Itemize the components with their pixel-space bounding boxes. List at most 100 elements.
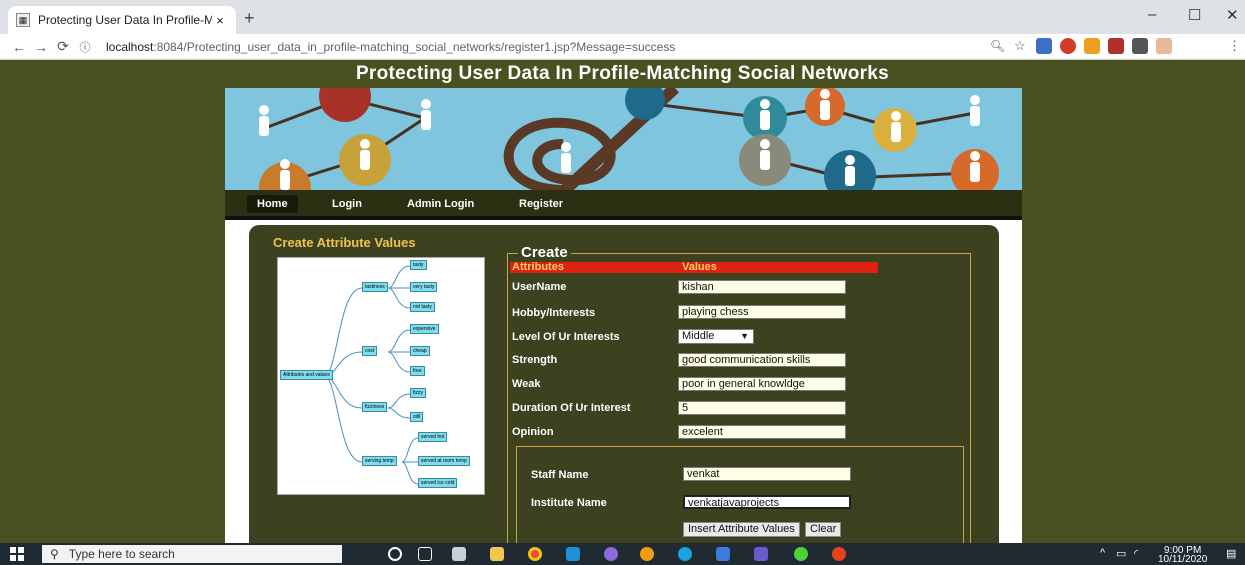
tab-title: Protecting User Data In Profile-M [38,13,212,27]
browser-tab[interactable]: ▦ Protecting User Data In Profile-M × [8,6,236,34]
info-icon[interactable]: ⓘ [74,39,96,55]
diagram-node: served at room temp [418,456,470,466]
reload-icon[interactable]: ⟳ [52,38,74,55]
banner-image [225,88,1022,190]
file-explorer-icon[interactable] [490,547,504,561]
tray-chevron-icon[interactable]: ^ [1100,547,1105,559]
staff-name-field[interactable]: venkat [683,467,851,481]
values-col-header: Values [682,261,717,273]
extension-icon[interactable] [1036,38,1052,54]
app-icon[interactable] [716,547,730,561]
staff-fieldset: Staff Name venkat Institute Name venkatj… [516,446,964,544]
maximize-icon[interactable]: ☐ [1188,6,1201,24]
nav-admin-login[interactable]: Admin Login [407,198,474,210]
page-title: Protecting User Data In Profile-Matching… [355,63,890,84]
strength-label: Strength [512,354,558,366]
institute-name-field[interactable]: venkatjavaprojects [683,495,851,509]
hobby-label: Hobby/Interests [512,307,596,319]
close-tab-icon[interactable]: × [212,13,228,28]
forward-icon[interactable]: → [30,39,52,55]
extension-icon[interactable] [1156,38,1172,54]
page-favicon-icon: ▦ [16,13,30,27]
nav-home[interactable]: Home [247,195,298,213]
store-icon[interactable] [452,547,466,561]
diagram-node: tasty [410,260,427,270]
search-icon: ⚲ [50,547,59,561]
windows-taskbar: ⚲ Type here to search ^ ▭ ◜ 9:00 PM 10/1… [0,543,1245,565]
cortana-icon[interactable] [388,547,402,561]
close-window-icon[interactable]: ✕ [1226,6,1239,24]
social-network-banner-graphic [259,88,999,190]
puzzle-extension-icon[interactable] [1132,38,1148,54]
opinion-field[interactable]: excelent [678,425,846,439]
duration-field[interactable]: 5 [678,401,846,415]
wifi-icon[interactable]: ◜ [1134,547,1138,560]
attributes-header: Attributes Values [510,262,878,273]
weak-field[interactable]: poor in general knowldge [678,377,846,391]
site-nav: Home Login Admin Login Register [225,190,1022,220]
zoom-icon[interactable]: 🔍︎ [990,39,1005,53]
menu-dots-icon[interactable]: ⋮ [1228,38,1241,54]
diagram-node: fizzy [410,388,426,398]
windows-start-icon[interactable] [10,547,24,561]
url-field[interactable]: localhost:8084/Protecting_user_data_in_p… [106,40,675,54]
taskbar-search-box[interactable]: ⚲ Type here to search [42,545,342,563]
username-field[interactable]: kishan [678,280,846,294]
nav-login[interactable]: Login [332,198,362,210]
diagram-node: not tasty [410,302,435,312]
firefox-icon[interactable] [640,547,654,561]
clock[interactable]: 9:00 PM 10/11/2020 [1158,546,1208,565]
clear-button[interactable]: Clear [805,522,842,537]
pdf-extension-icon[interactable] [1108,38,1124,54]
extension-icon[interactable] [1084,38,1100,54]
eclipse-icon[interactable] [754,547,768,561]
app-icon[interactable] [604,547,618,561]
battery-icon[interactable]: ▭ [1116,547,1126,560]
diagram-node: free [410,366,425,376]
diagram-node: cost [362,346,378,356]
diagram-node: still [410,412,424,422]
chevron-down-icon: ▼ [740,331,749,341]
diagram-node: serving temp [362,456,397,466]
hobby-field[interactable]: playing chess [678,305,846,319]
opinion-label: Opinion [512,426,554,438]
weak-label: Weak [512,378,541,390]
attribute-tree-diagram: Attributes and values tastiness tasty ve… [277,257,485,495]
minimize-icon[interactable]: – [1148,6,1156,23]
app-icon[interactable] [832,547,846,561]
diagram-node: expensive [410,324,439,334]
attributes-col-header: Attributes [512,261,564,273]
edge-icon[interactable] [678,547,692,561]
staff-name-label: Staff Name [531,469,589,481]
chrome-icon[interactable] [528,547,542,561]
app-icon[interactable] [794,547,808,561]
level-select-value: Middle [682,330,715,342]
level-select[interactable]: Middle ▼ [678,329,754,344]
strength-field[interactable]: good communication skills [678,353,846,367]
diagram-node: very tasty [410,282,438,292]
diagram-node: tastiness [362,282,388,292]
duration-label: Duration Of Ur Interest [512,402,631,414]
address-bar: ← → ⟳ ⓘ localhost:8084/Protecting_user_d… [0,34,1245,60]
diagram-node-root: Attributes and values [280,370,333,380]
back-icon[interactable]: ← [8,39,30,55]
new-tab-button[interactable]: + [244,8,255,29]
diagram-node: served ice cold [418,478,458,488]
nav-register[interactable]: Register [519,198,563,210]
site-container: Home Login Admin Login Register Create A… [225,88,1022,544]
insert-attribute-values-button[interactable]: Insert Attribute Values [683,522,800,537]
adblock-icon[interactable] [1060,38,1076,54]
url-host: localhost [106,39,154,54]
clock-date: 10/11/2020 [1158,554,1208,565]
url-path: :8084/Protecting_user_data_in_profile-ma… [153,39,676,54]
section-title: Create Attribute Values [273,235,416,250]
diagram-node: served hot [418,432,448,442]
task-view-icon[interactable] [418,547,432,561]
bookmark-star-icon[interactable]: ☆ [1014,38,1026,54]
create-fieldset: Create Attributes Values UserName kishan… [507,244,971,544]
mail-icon[interactable] [566,547,580,561]
diagram-node: cheap [410,346,430,356]
level-label: Level Of Ur Interests [512,331,620,343]
notifications-icon[interactable]: ▤ [1226,547,1236,560]
diagram-node: fizziness [362,402,388,412]
